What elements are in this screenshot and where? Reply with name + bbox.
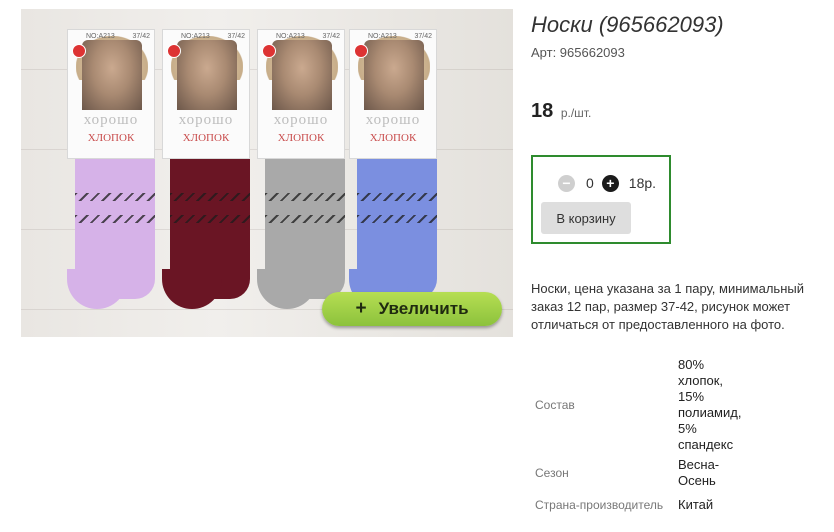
product-photo[interactable]: NO:A213 37/42 хорошо ХЛОПОК NO:A213 37/42 х…	[21, 9, 513, 337]
zoom-label: Увеличить	[378, 299, 469, 318]
product-title: Носки (965662093)	[531, 12, 724, 37]
price-unit: р./шт.	[560, 106, 592, 120]
plus-icon: +	[355, 298, 367, 319]
add-to-cart-button[interactable]: В корзину	[541, 202, 631, 234]
spec-value-composition: 80% хлопок, 15% полиамид, 5% спандекс	[678, 357, 742, 452]
price-value: 18	[531, 100, 554, 122]
spec-label-composition: Состав	[535, 398, 575, 412]
sock-lilac: NO:A213 37/42 хорошо ХЛОПОК	[67, 29, 155, 314]
cart-sum: 18р.	[628, 175, 657, 191]
product-article: Арт: 965662093	[531, 45, 625, 60]
sock-grey: NO:A213 37/42 хорошо ХЛОПОК	[257, 29, 345, 314]
sock-blue: NO:A213 37/42 хорошо ХЛОПОК	[349, 29, 437, 314]
plus-circle-icon[interactable]: +	[601, 174, 619, 192]
quantity-value: 0	[586, 175, 594, 191]
product-description: Носки, цена указана за 1 пару, минимальн…	[531, 281, 804, 332]
cart-panel: − 0 + 18р. В корзину	[531, 155, 671, 244]
product-price: 18 р./шт.	[531, 100, 591, 123]
spec-value-country: Китай	[678, 497, 714, 512]
quantity-stepper: − 0 + 18р.	[558, 174, 656, 192]
spec-value-season: Весна- Осень	[678, 457, 720, 488]
zoom-button[interactable]: + Увеличить	[322, 292, 502, 326]
spec-label-country: Страна-производитель	[535, 498, 664, 512]
spec-label-season: Сезон	[535, 466, 569, 480]
minus-circle-icon[interactable]: −	[558, 174, 575, 192]
sock-burgundy: NO:A213 37/42 хорошо ХЛОПОК	[162, 29, 250, 314]
